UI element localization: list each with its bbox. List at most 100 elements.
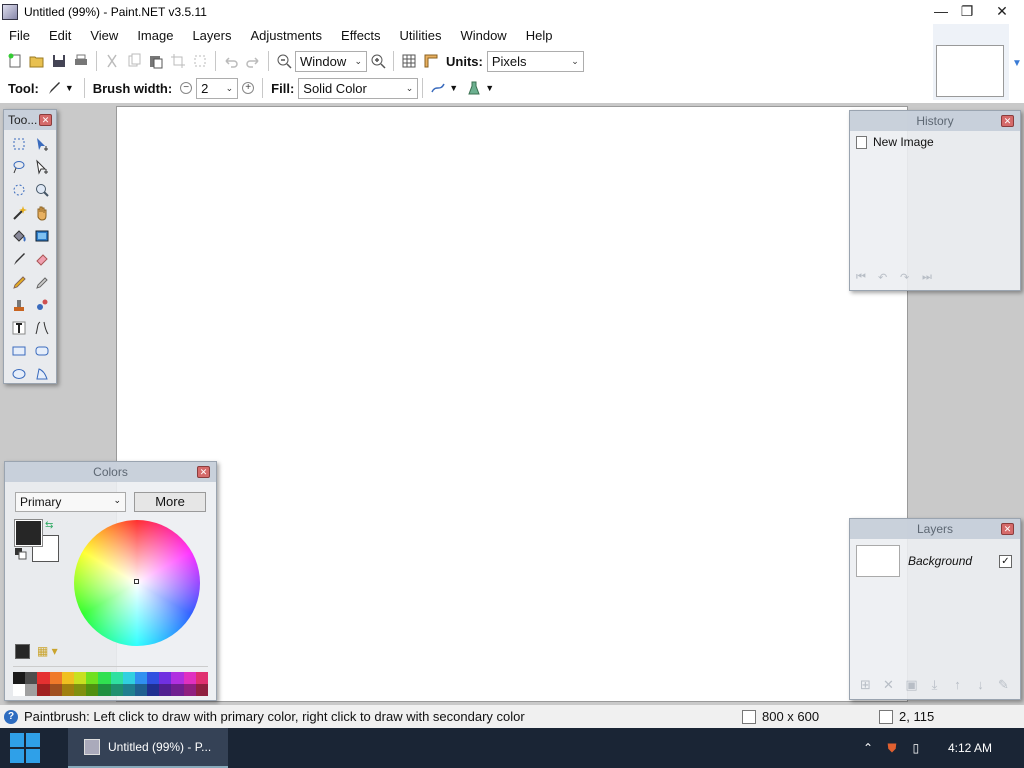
restore-button[interactable]: ❐: [950, 0, 984, 22]
menu-layers[interactable]: Layers: [183, 28, 241, 43]
palette-swatch[interactable]: [171, 672, 184, 684]
more-colors-button[interactable]: More: [134, 492, 206, 512]
menu-window[interactable]: Window: [451, 28, 516, 43]
palette-swatch[interactable]: [110, 672, 123, 684]
decrease-width-icon[interactable]: −: [180, 82, 193, 94]
palette-swatch[interactable]: [49, 672, 62, 684]
menu-help[interactable]: Help: [517, 28, 563, 43]
palette-swatch[interactable]: [183, 684, 196, 696]
freeform-shape-icon[interactable]: [30, 362, 53, 385]
palette-swatch[interactable]: [61, 684, 74, 696]
color-wheel-cursor[interactable]: [134, 579, 139, 584]
colors-panel-title[interactable]: Colors ✕: [5, 462, 216, 482]
palette-swatch[interactable]: [147, 672, 160, 684]
palette-swatch[interactable]: [37, 684, 50, 696]
blending-dropdown-icon[interactable]: ▼: [485, 83, 494, 93]
menu-effects[interactable]: Effects: [332, 28, 391, 43]
close-icon[interactable]: ✕: [197, 466, 210, 478]
zoom-out-icon[interactable]: [274, 51, 294, 71]
brush-width-combo[interactable]: 2 ⌄: [196, 77, 239, 99]
cut-icon[interactable]: [102, 51, 122, 71]
menu-utilities[interactable]: Utilities: [391, 28, 452, 43]
history-panel-title[interactable]: History ✕: [850, 111, 1020, 131]
palette-swatch[interactable]: [122, 684, 135, 696]
palette-swatch[interactable]: [86, 684, 99, 696]
close-icon[interactable]: ✕: [1001, 523, 1014, 535]
zoom-in-icon[interactable]: [368, 51, 388, 71]
image-canvas[interactable]: [117, 107, 907, 701]
history-item[interactable]: New Image: [850, 131, 1020, 153]
layer-item[interactable]: Background ✓: [850, 539, 1020, 583]
save-icon[interactable]: [49, 51, 69, 71]
zoom-combo[interactable]: Window ⌄: [295, 50, 367, 72]
palette-swatch[interactable]: [86, 672, 99, 684]
reset-colors-icon[interactable]: [15, 548, 27, 560]
palette-swatch[interactable]: [73, 672, 87, 684]
paintbrush-icon[interactable]: [7, 247, 30, 270]
color-picker-icon[interactable]: [30, 270, 53, 293]
zoom-icon[interactable]: [30, 178, 53, 201]
palette-swatch[interactable]: [134, 672, 148, 684]
rectangle-icon[interactable]: [7, 339, 30, 362]
menu-file[interactable]: File: [0, 28, 40, 43]
palette-swatch[interactable]: [110, 684, 123, 696]
palette-swatch[interactable]: [159, 684, 172, 696]
magic-wand-icon[interactable]: [7, 201, 30, 224]
layer-properties-icon[interactable]: ✎: [992, 677, 1015, 693]
close-button[interactable]: ✕: [985, 0, 1019, 22]
merge-layer-down-icon[interactable]: ⤓: [923, 677, 946, 693]
line-curve-icon[interactable]: [30, 316, 53, 339]
usb-device-icon[interactable]: ▯: [906, 741, 926, 755]
taskbar-clock[interactable]: 4:12 AM: [948, 741, 992, 755]
move-layer-up-icon[interactable]: ↑: [946, 677, 969, 693]
palette-swatch[interactable]: [25, 672, 38, 684]
show-hidden-icons-icon[interactable]: ⌃: [858, 741, 878, 755]
pencil-icon[interactable]: [7, 270, 30, 293]
move-selection-icon[interactable]: [30, 132, 53, 155]
redo-icon[interactable]: [243, 51, 263, 71]
layer-visibility-checkbox[interactable]: ✓: [999, 554, 1012, 568]
move-selected-icon[interactable]: [30, 155, 53, 178]
palette-menu-icon[interactable]: ▦ ▾: [37, 644, 58, 658]
increase-width-icon[interactable]: +: [242, 82, 255, 94]
rounded-rectangle-icon[interactable]: [30, 339, 53, 362]
menu-edit[interactable]: Edit: [40, 28, 81, 43]
ellipse-icon[interactable]: [7, 362, 30, 385]
palette-swatch[interactable]: [122, 672, 135, 684]
units-combo[interactable]: Pixels ⌄: [486, 50, 584, 72]
menu-view[interactable]: View: [81, 28, 128, 43]
palette-swatch[interactable]: [13, 672, 26, 684]
recolor-icon[interactable]: [30, 293, 53, 316]
thumbnail-dropdown-icon[interactable]: ▼: [1012, 58, 1022, 69]
text-icon[interactable]: [7, 316, 30, 339]
lasso-select-icon[interactable]: [7, 155, 30, 178]
layers-panel-title[interactable]: Layers ✕: [850, 519, 1020, 539]
crop-to-selection-icon[interactable]: [168, 51, 188, 71]
delete-layer-icon[interactable]: ✕: [877, 677, 900, 693]
grid-icon[interactable]: [399, 51, 419, 71]
color-mode-select[interactable]: Primary ⌄: [15, 492, 126, 512]
palette-swatch[interactable]: [134, 684, 148, 696]
close-icon[interactable]: ✕: [1001, 115, 1014, 127]
palette-swatch[interactable]: [98, 672, 111, 684]
palette-swatch[interactable]: [171, 684, 184, 696]
deselect-icon[interactable]: [190, 51, 210, 71]
redo-icon[interactable]: ↷: [900, 271, 922, 284]
add-layer-icon[interactable]: ⊞: [854, 677, 877, 693]
palette-swatch[interactable]: [49, 684, 62, 696]
palette-swatch[interactable]: [195, 672, 208, 684]
gradient-icon[interactable]: [30, 224, 53, 247]
image-thumbnail[interactable]: [936, 45, 1004, 97]
rectangle-select-icon[interactable]: [7, 132, 30, 155]
close-icon[interactable]: ✕: [39, 114, 52, 126]
duplicate-layer-icon[interactable]: ▣: [900, 677, 923, 693]
antialiasing-icon[interactable]: [428, 78, 448, 98]
new-image-icon[interactable]: [5, 51, 25, 71]
paintbrush-icon[interactable]: [44, 78, 64, 98]
print-icon[interactable]: [71, 51, 91, 71]
taskbar-app-paintdotnet[interactable]: Untitled (99%) - P...: [68, 728, 228, 768]
palette-swatch[interactable]: [37, 672, 50, 684]
palette-swatch[interactable]: [183, 672, 196, 684]
primary-color-swatch[interactable]: [14, 519, 43, 547]
menu-adjustments[interactable]: Adjustments: [241, 28, 332, 43]
